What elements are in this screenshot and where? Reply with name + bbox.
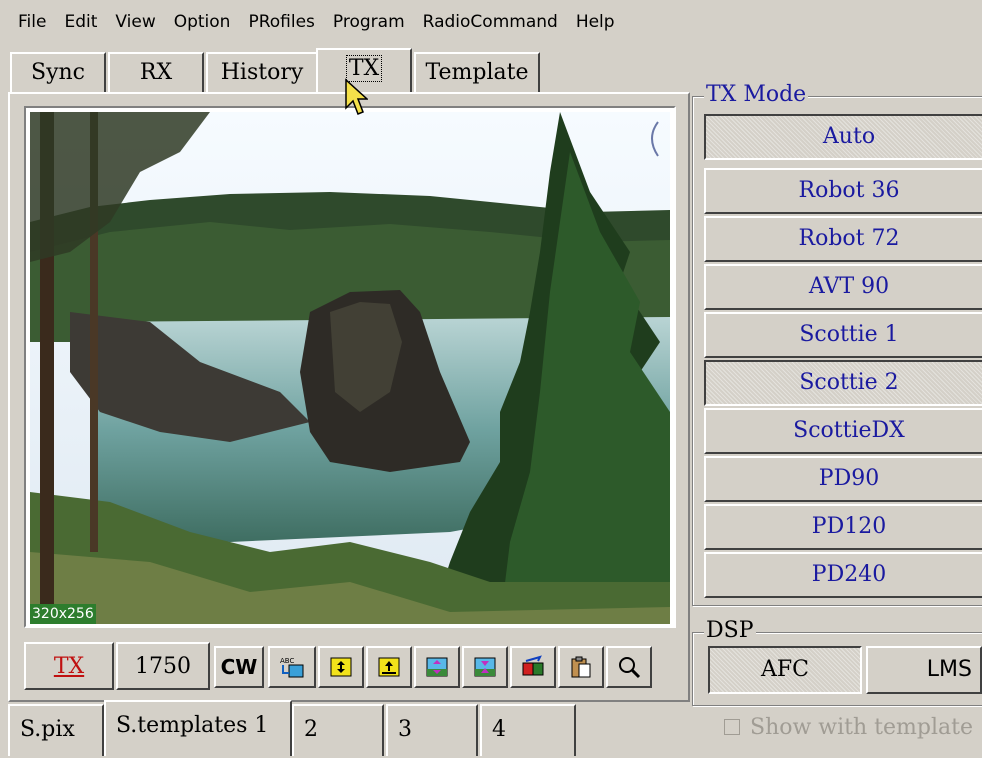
tab-template-4[interactable]: 4 [480,704,576,756]
menu-profiles[interactable]: PRofiles [239,0,323,44]
show-with-template-checkbox[interactable]: Show with template [724,712,982,742]
menu-edit[interactable]: Edit [55,0,106,44]
tab-s-pix[interactable]: S.pix [8,704,104,756]
paste-clipboard-button[interactable] [558,646,604,688]
tab-template-label: Template [425,60,529,85]
tx-image [30,112,670,624]
mode-scottiedx-button[interactable]: ScottieDX [704,408,982,454]
mode-robot36-button[interactable]: Robot 36 [704,168,982,214]
abc-text-icon: ABC [280,657,304,678]
tab-template-2[interactable]: 2 [292,704,384,756]
abc-text-button[interactable]: ABC [268,646,316,688]
mode-avt90-button[interactable]: AVT 90 [704,264,982,310]
mirror-image-button[interactable] [510,646,556,688]
shrink-image-button[interactable] [462,646,508,688]
tone-1750-button[interactable]: 1750 [116,642,210,690]
mode-pd240-button[interactable]: PD240 [704,552,982,598]
expand-image-icon [426,657,448,677]
tab-history[interactable]: History [206,52,318,94]
dsp-legend: DSP [704,618,756,643]
upload-icon [378,657,400,677]
mode-scottie2-button[interactable]: Scottie 2 [704,360,982,406]
mirror-image-icon [522,655,544,676]
zoom-icon [619,657,641,679]
image-size-badge: 320x256 [30,604,96,624]
menu-view[interactable]: View [106,0,164,44]
tab-sync[interactable]: Sync [10,52,106,94]
menu-file[interactable]: File [10,0,55,44]
tab-history-label: History [220,60,304,85]
expand-image-button[interactable] [414,646,460,688]
shrink-image-icon [474,657,496,677]
mode-scottie1-button[interactable]: Scottie 1 [704,312,982,358]
mode-auto-button[interactable]: Auto [704,114,982,160]
afc-button[interactable]: AFC [708,646,862,694]
checkbox-box[interactable] [724,719,740,735]
svg-text:ABC: ABC [280,657,294,665]
tab-rx[interactable]: RX [108,52,204,94]
tab-template[interactable]: Template [414,52,540,94]
tx-mode-legend: TX Mode [704,82,809,107]
menu-radiocommand[interactable]: RadioCommand [414,0,567,44]
paste-clipboard-icon [571,656,591,678]
tab-rx-label: RX [139,60,173,85]
tx-toolbar: TX 1750 CW ABC [24,642,684,690]
mode-pd90-button[interactable]: PD90 [704,456,982,502]
tx-panel: 320x256 TX 1750 CW ABC [8,92,690,702]
tab-template-3[interactable]: 3 [386,704,478,756]
menu-option[interactable]: Option [165,0,240,44]
tab-s-templates-1[interactable]: S.templates 1 [104,700,292,756]
cw-button[interactable]: CW [214,646,264,688]
mode-pd120-button[interactable]: PD120 [704,504,982,550]
mouse-pointer-icon [345,78,368,115]
tab-sync-label: Sync [31,60,85,85]
template-tabs: S.pix S.templates 1 2 3 4 [8,700,692,756]
mode-robot72-button[interactable]: Robot 72 [704,216,982,262]
fit-vertical-icon [330,657,352,677]
tx-image-frame[interactable]: 320x256 [24,106,676,628]
lms-button[interactable]: LMS [866,646,982,694]
zoom-button[interactable] [606,646,652,688]
menu-program[interactable]: Program [324,0,414,44]
menu-help[interactable]: Help [567,0,624,44]
menu-bar: File Edit View Option PRofiles Program R… [0,0,982,44]
show-with-template-label: Show with template [750,714,973,740]
upload-button[interactable] [366,646,412,688]
tx-button[interactable]: TX [24,642,114,690]
fit-vertical-button[interactable] [318,646,364,688]
